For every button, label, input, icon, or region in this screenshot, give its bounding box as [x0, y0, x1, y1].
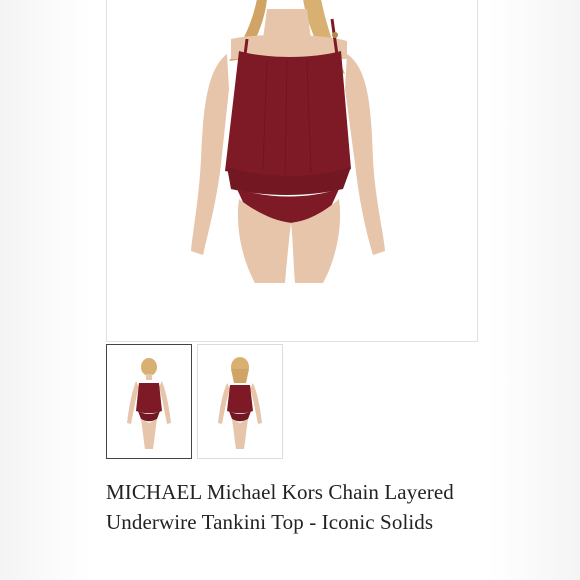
thumbnail-back-image — [218, 357, 262, 449]
product-title: MICHAEL Michael Kors Chain Layered Under… — [106, 480, 454, 534]
thumbnail-back[interactable] — [197, 344, 283, 459]
main-product-image[interactable] — [106, 0, 478, 342]
thumbnail-front-image — [127, 358, 171, 449]
right-backdrop — [488, 0, 580, 580]
model-front-image — [191, 0, 385, 283]
left-backdrop — [0, 0, 92, 580]
thumbnail-front[interactable] — [106, 344, 192, 459]
